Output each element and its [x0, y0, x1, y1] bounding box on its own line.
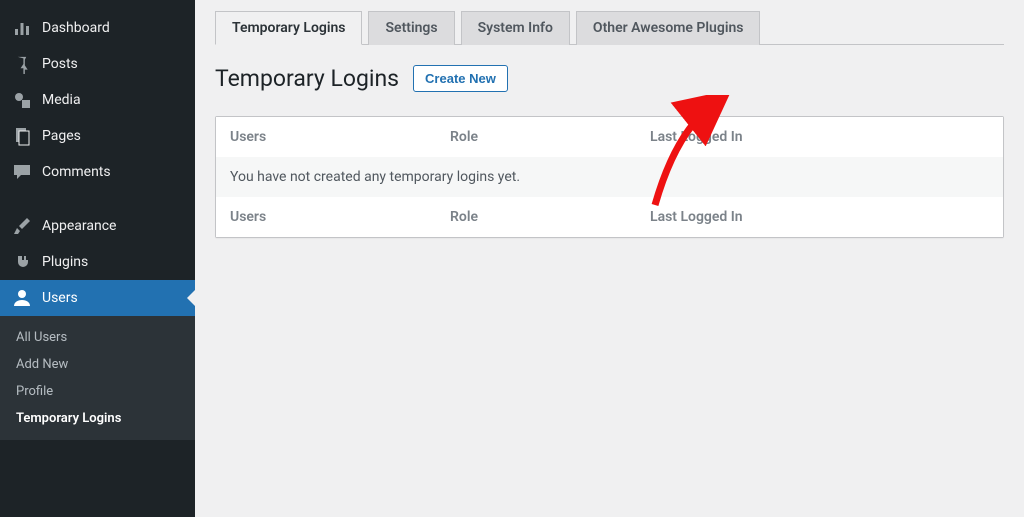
sidebar-item-comments[interactable]: Comments	[0, 154, 195, 190]
plug-icon	[12, 252, 32, 272]
comments-icon	[12, 162, 32, 182]
table-header-row: Users Role Last Logged In	[216, 117, 1003, 157]
sidebar-item-pages[interactable]: Pages	[0, 118, 195, 154]
sidebar-item-label: Appearance	[42, 218, 116, 234]
tab-settings[interactable]: Settings	[368, 11, 454, 45]
sidebar-item-label: Media	[42, 92, 81, 108]
pin-icon	[12, 54, 32, 74]
tab-temporary-logins[interactable]: Temporary Logins	[215, 11, 362, 45]
tabs-nav: Temporary Logins Settings System Info Ot…	[215, 0, 1004, 45]
user-icon	[12, 288, 32, 308]
sidebar-item-posts[interactable]: Posts	[0, 46, 195, 82]
sidebar-item-dashboard[interactable]: Dashboard	[0, 10, 195, 46]
column-header-role: Role	[450, 129, 650, 145]
submenu-item-temporary-logins[interactable]: Temporary Logins	[0, 405, 195, 432]
sidebar-item-appearance[interactable]: Appearance	[0, 208, 195, 244]
page-heading-row: Temporary Logins Create New	[215, 65, 1004, 92]
tab-system-info[interactable]: System Info	[461, 11, 570, 45]
logins-table: Users Role Last Logged In You have not c…	[215, 116, 1004, 238]
admin-sidebar: Dashboard Posts Media Pages Comments App…	[0, 0, 195, 517]
column-footer-last: Last Logged In	[650, 209, 989, 225]
main-content: Temporary Logins Settings System Info Ot…	[195, 0, 1024, 517]
sidebar-item-label: Users	[42, 290, 78, 306]
submenu-item-add-new[interactable]: Add New	[0, 351, 195, 378]
sidebar-item-label: Plugins	[42, 254, 88, 270]
media-icon	[12, 90, 32, 110]
users-submenu: All Users Add New Profile Temporary Logi…	[0, 316, 195, 440]
sidebar-item-users[interactable]: Users	[0, 280, 195, 316]
column-header-users: Users	[230, 129, 450, 145]
column-footer-users: Users	[230, 209, 450, 225]
column-footer-role: Role	[450, 209, 650, 225]
sidebar-item-label: Dashboard	[42, 20, 110, 36]
submenu-item-all-users[interactable]: All Users	[0, 324, 195, 351]
brush-icon	[12, 216, 32, 236]
page-title: Temporary Logins	[215, 65, 399, 92]
sidebar-item-label: Pages	[42, 128, 81, 144]
empty-message: You have not created any temporary login…	[230, 169, 520, 185]
sidebar-item-label: Posts	[42, 56, 78, 72]
table-empty-row: You have not created any temporary login…	[216, 157, 1003, 197]
sidebar-item-plugins[interactable]: Plugins	[0, 244, 195, 280]
sidebar-item-media[interactable]: Media	[0, 82, 195, 118]
submenu-item-profile[interactable]: Profile	[0, 378, 195, 405]
dashboard-icon	[12, 18, 32, 38]
table-footer-row: Users Role Last Logged In	[216, 197, 1003, 237]
column-header-last: Last Logged In	[650, 129, 989, 145]
create-new-button[interactable]: Create New	[413, 65, 508, 92]
pages-icon	[12, 126, 32, 146]
sidebar-item-label: Comments	[42, 164, 111, 180]
tab-other-plugins[interactable]: Other Awesome Plugins	[576, 11, 761, 45]
